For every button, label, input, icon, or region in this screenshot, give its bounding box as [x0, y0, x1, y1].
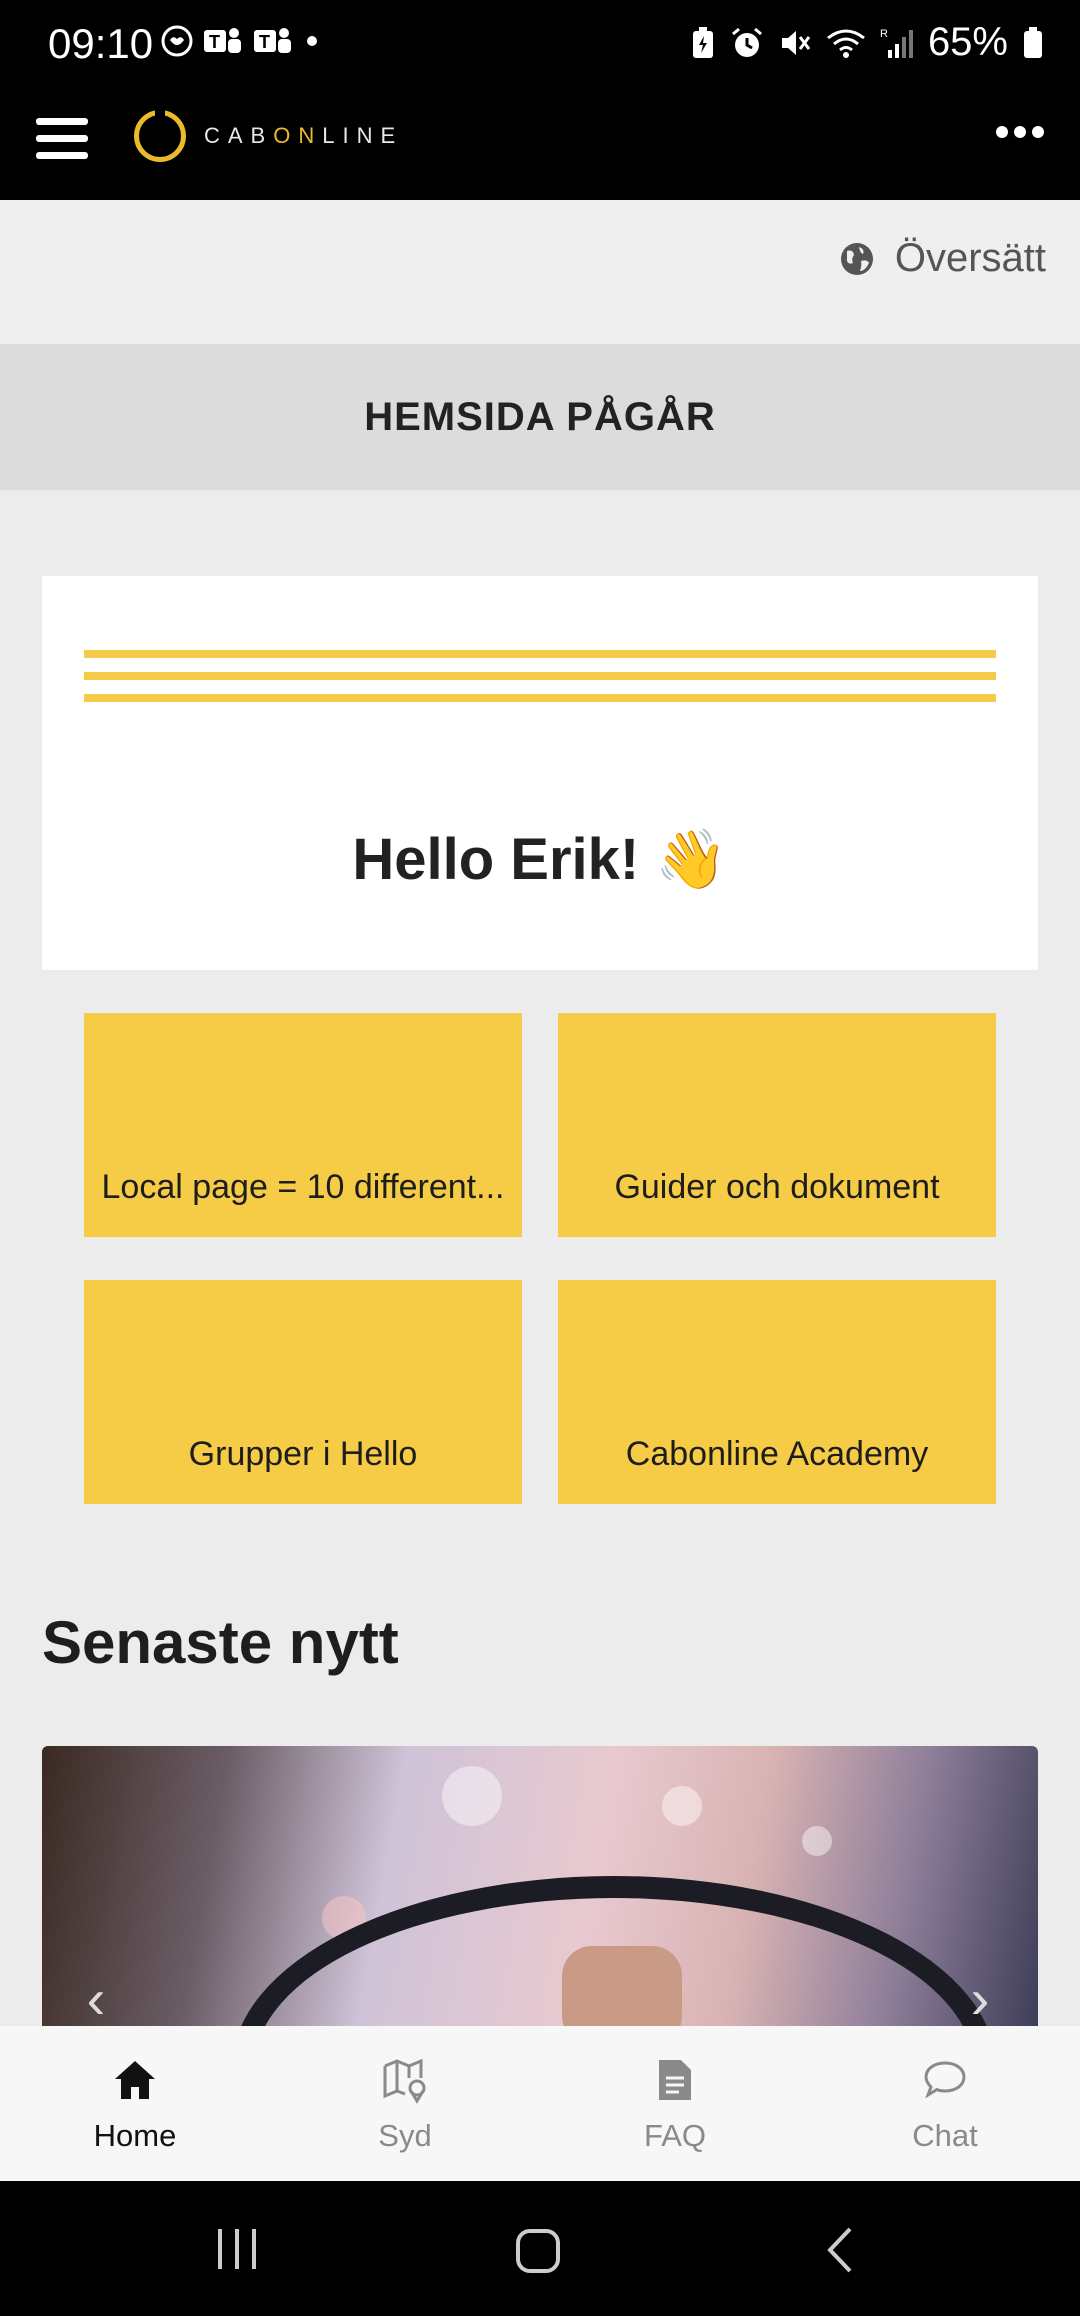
tile-academy[interactable]: Cabonline Academy: [558, 1280, 996, 1504]
tile-label: Grupper i Hello: [188, 1435, 418, 1473]
wifi-icon: [827, 29, 865, 58]
notification-icons: T T: [160, 24, 322, 58]
nav-label: Home: [93, 2118, 177, 2153]
battery-icon: [1024, 26, 1042, 58]
tile-grupper[interactable]: Grupper i Hello: [84, 1280, 522, 1504]
home-icon: [115, 2061, 155, 2099]
accent-line: [84, 650, 996, 658]
alarm-icon: [731, 27, 762, 57]
bottom-navigation: Home Syd FAQ Chat: [0, 2026, 1080, 2181]
map-pin-icon: [383, 2058, 426, 2104]
translate-label: Översätt: [894, 236, 1046, 280]
recent-apps-icon[interactable]: [214, 2227, 260, 2271]
heart-monitor-icon: [161, 25, 193, 57]
nav-faq[interactable]: FAQ: [540, 2026, 810, 2181]
status-time: 09:10: [48, 20, 154, 67]
tile-local-page[interactable]: Local page = 10 different...: [84, 1013, 522, 1237]
teams-icon: T: [254, 28, 291, 53]
nav-label: Syd: [378, 2118, 432, 2153]
greeting-heading: Hello Erik! 👋: [352, 827, 728, 892]
greeting-card: [42, 576, 1038, 970]
logo-text: CABONLINE: [204, 123, 404, 148]
mute-icon: [781, 30, 811, 55]
waving-hand-icon: 👋: [655, 827, 728, 892]
status-right: R 65%: [690, 20, 1044, 65]
cabonline-logo: CABONLINE: [134, 109, 404, 162]
signal-icon: R: [880, 28, 913, 58]
battery-saver-icon: [692, 26, 713, 58]
back-icon[interactable]: [822, 2225, 858, 2275]
svg-text:T: T: [209, 32, 220, 52]
system-navigation-bar: [0, 2181, 1080, 2316]
tile-guider[interactable]: Guider och dokument: [558, 1013, 996, 1237]
home-button-icon[interactable]: [514, 2227, 562, 2275]
logo-ring-icon: [134, 109, 186, 162]
status-banner: HEMSIDA PÅGÅR: [0, 344, 1080, 490]
tile-label: Guider och dokument: [614, 1168, 940, 1206]
carousel-prev-icon[interactable]: ‹: [68, 1967, 124, 2030]
news-title: Senaste nytt: [42, 1609, 399, 1676]
nav-home[interactable]: Home: [0, 2026, 270, 2181]
svg-text:T: T: [259, 32, 270, 52]
globe-icon: [840, 242, 873, 275]
tile-label: Cabonline Academy: [625, 1435, 929, 1473]
nav-label: FAQ: [643, 2118, 706, 2153]
chat-bubble-icon: [924, 2061, 966, 2099]
document-icon: [659, 2060, 691, 2100]
tile-label: Local page = 10 different...: [101, 1168, 505, 1206]
news-carousel-image[interactable]: [42, 1746, 1038, 2026]
menu-icon[interactable]: [36, 118, 88, 160]
nav-syd[interactable]: Syd: [270, 2026, 540, 2181]
svg-text:R: R: [880, 28, 888, 40]
accent-line: [84, 672, 996, 680]
battery-percent: 65%: [927, 20, 1008, 64]
teams-icon: T: [204, 28, 241, 53]
dot-icon: [307, 36, 317, 46]
nav-chat[interactable]: Chat: [810, 2026, 1080, 2181]
translate-button[interactable]: Översätt: [839, 236, 1046, 281]
accent-line: [84, 694, 996, 702]
more-options-icon[interactable]: [996, 126, 1044, 138]
carousel-next-icon[interactable]: ›: [952, 1967, 1008, 2030]
nav-label: Chat: [912, 2118, 978, 2153]
